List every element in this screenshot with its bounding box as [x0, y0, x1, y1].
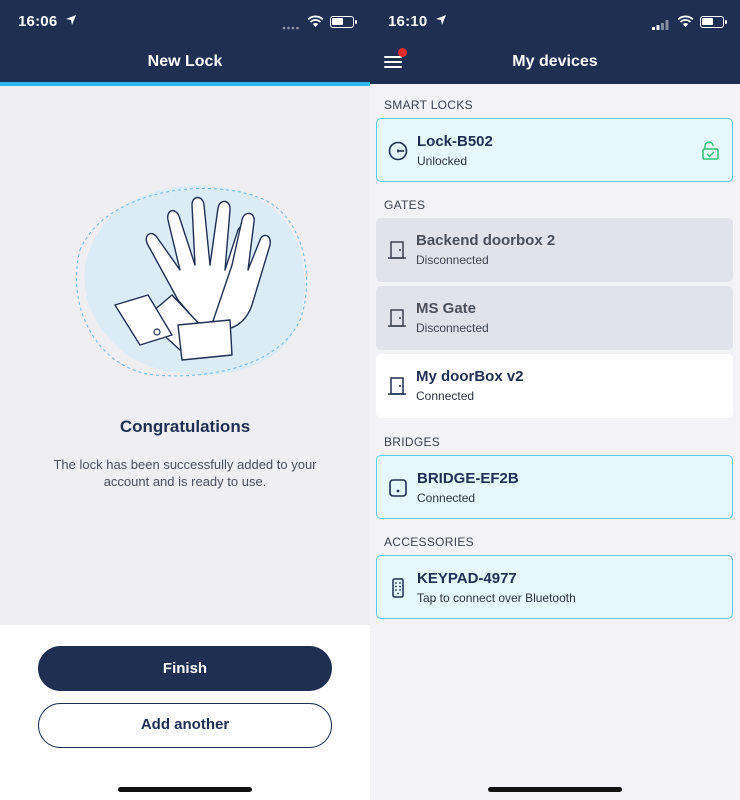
device-status: Disconnected [416, 253, 489, 267]
status-bar: 16:06 [18, 12, 357, 32]
home-indicator[interactable] [118, 787, 252, 792]
door-icon [386, 307, 408, 329]
door-icon [386, 239, 408, 261]
device-card-gate[interactable]: My doorBox v2 Connected [376, 354, 733, 418]
success-message: The lock has been successfully added to … [53, 457, 317, 489]
device-card-gate[interactable]: Backend doorbox 2 Disconnected [376, 218, 733, 282]
finish-button[interactable]: Finish [38, 646, 332, 691]
congratulations-heading: Congratulations [119, 417, 251, 436]
device-card-gate[interactable]: MS Gate Disconnected [376, 286, 733, 350]
device-card-bridge[interactable]: BRIDGE-EF2B Connected [376, 455, 733, 519]
door-icon [386, 375, 408, 397]
wifi-icon [307, 15, 324, 32]
device-name: Lock-B502 [417, 133, 493, 150]
section-smart-locks: SMART LOCKS [384, 98, 473, 112]
keypad-icon [387, 577, 409, 599]
lock-icon [387, 140, 409, 162]
my-devices-screen: 16:10 My devices SMART LOCKS Lock-B502 U… [370, 0, 740, 800]
device-name: KEYPAD-4977 [417, 570, 517, 587]
device-status: Connected [417, 491, 476, 505]
section-accessories: ACCESSORIES [384, 535, 474, 549]
device-status: Unlocked [417, 154, 468, 168]
device-card-lock[interactable]: Lock-B502 Unlocked [376, 118, 733, 182]
device-status: Tap to connect over Bluetooth [417, 591, 576, 605]
device-name: MS Gate [416, 300, 477, 317]
device-status: Connected [416, 389, 475, 403]
device-name: BRIDGE-EF2B [417, 470, 519, 487]
device-name: My doorBox v2 [416, 368, 524, 385]
new-lock-screen: 16:06 New Lock Congratulations The lock … [0, 0, 370, 800]
cellular-signal-icon [282, 17, 300, 30]
battery-icon [700, 16, 727, 28]
device-name: Backend doorbox 2 [416, 232, 556, 249]
clapping-hands-illustration [60, 170, 320, 390]
location-arrow-icon [65, 13, 77, 30]
section-bridges: BRIDGES [384, 435, 441, 449]
device-card-keypad[interactable]: KEYPAD-4977 Tap to connect over Bluetoot… [376, 555, 733, 619]
unlocked-padlock-icon [700, 140, 722, 162]
title-underline [0, 82, 370, 86]
bridge-icon [387, 477, 409, 499]
battery-icon [330, 16, 357, 28]
status-time: 16:10 [388, 13, 428, 30]
home-indicator[interactable] [488, 787, 622, 792]
top-bar: 16:10 My devices [370, 0, 740, 84]
wifi-icon [677, 15, 694, 32]
location-arrow-icon [435, 13, 447, 30]
section-gates: GATES [384, 198, 426, 212]
top-bar: 16:06 New Lock [0, 0, 370, 86]
add-another-button[interactable]: Add another [38, 703, 332, 748]
device-status: Disconnected [416, 321, 489, 335]
cellular-signal-icon [652, 17, 670, 30]
page-title: My devices [512, 53, 598, 70]
status-time: 16:06 [18, 13, 58, 30]
status-bar: 16:10 [388, 12, 727, 32]
page-title: New Lock [147, 53, 223, 70]
